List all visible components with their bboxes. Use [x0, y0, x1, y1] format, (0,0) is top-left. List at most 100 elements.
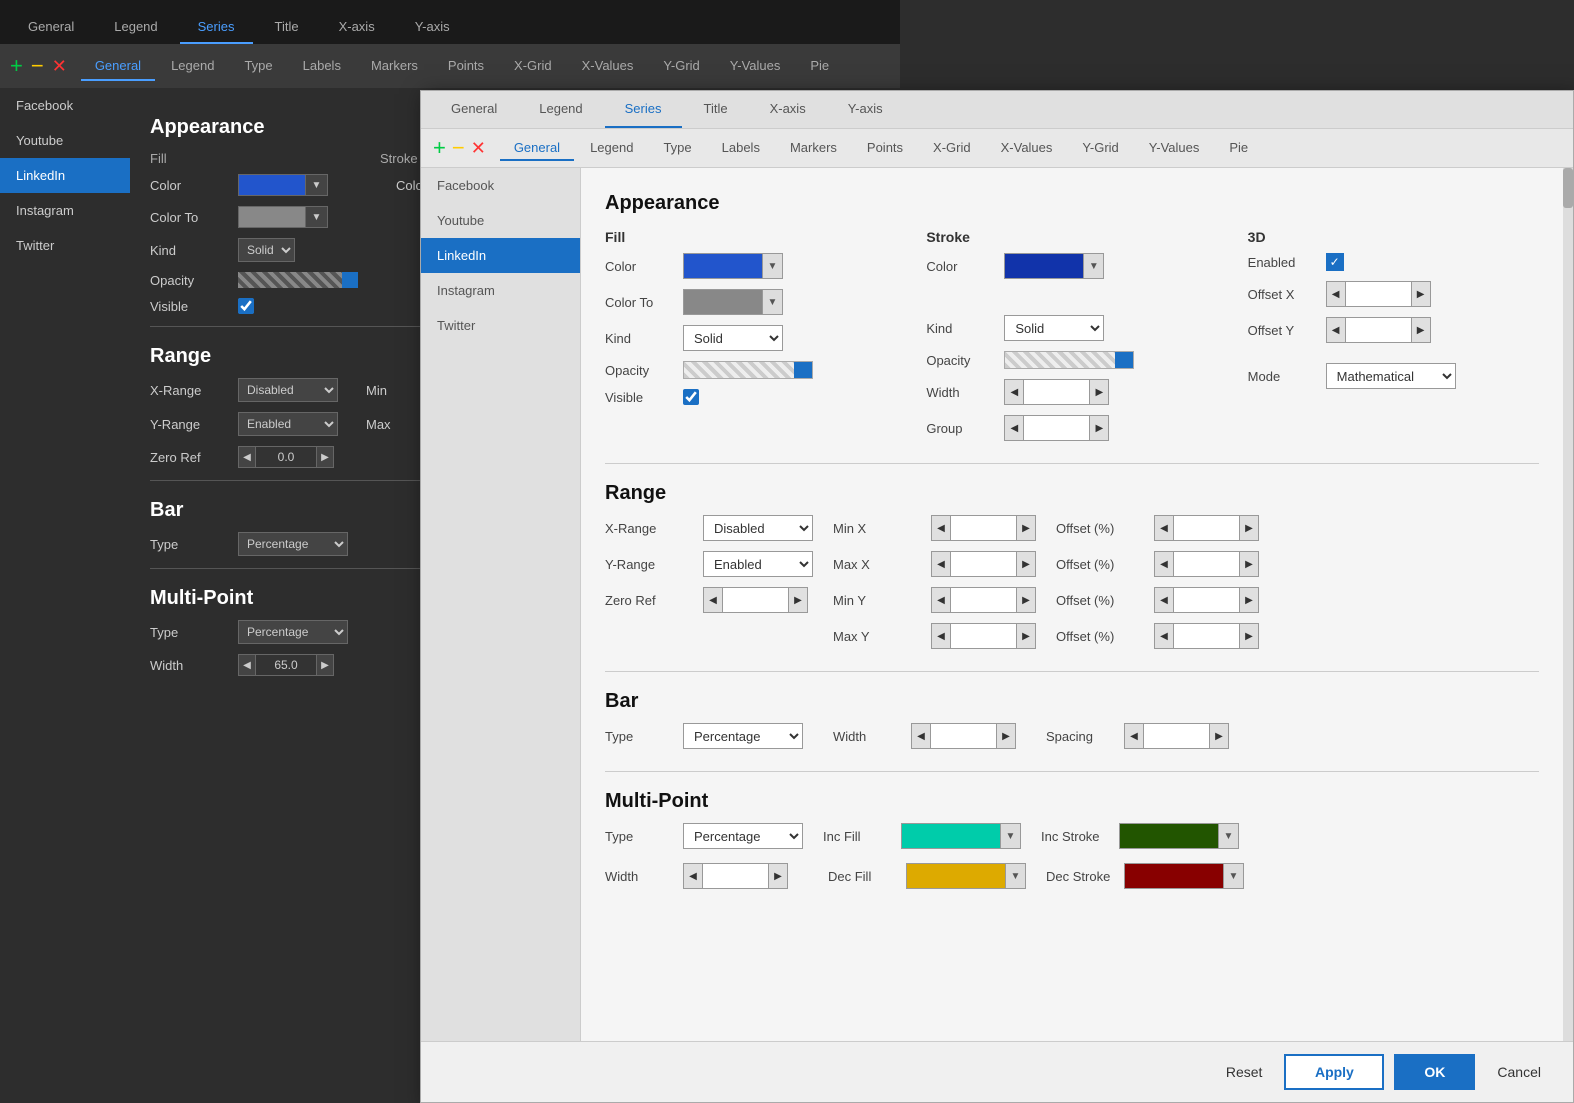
bg-subtab-labels[interactable]: Labels: [289, 52, 355, 81]
bg-sidebar-twitter[interactable]: Twitter: [0, 228, 130, 263]
mp-inc-fill-arrow[interactable]: ▼: [1000, 824, 1020, 848]
bg-sidebar-facebook[interactable]: Facebook: [0, 88, 130, 123]
fill-color-to-arrow[interactable]: ▼: [762, 290, 782, 314]
stroke-color-btn[interactable]: ▼: [1004, 253, 1104, 279]
modal-remove-icon[interactable]: −: [452, 135, 465, 161]
bg-zeroref-input[interactable]: [256, 446, 316, 468]
bg-mp-width-inc[interactable]: ▶: [316, 654, 334, 676]
modal-subtab-labels[interactable]: Labels: [708, 136, 774, 161]
d3-enabled-checkbox[interactable]: ✓: [1326, 253, 1344, 271]
d3-offset-x-input[interactable]: 15.0: [1346, 281, 1411, 307]
remove-series-icon[interactable]: −: [31, 53, 44, 79]
range-offset-2-dec[interactable]: ◀: [1154, 551, 1174, 577]
bar-width-input[interactable]: 65.0: [931, 723, 996, 749]
stroke-color-arrow[interactable]: ▼: [1083, 254, 1103, 278]
mp-inc-fill-btn[interactable]: ▼: [901, 823, 1021, 849]
bar-spacing-input[interactable]: 20.0: [1144, 723, 1209, 749]
stroke-group-input[interactable]: 0: [1024, 415, 1089, 441]
bg-tab-general[interactable]: General: [10, 11, 92, 44]
range-miny-input[interactable]: 0.000: [951, 587, 1016, 613]
stroke-width-dec[interactable]: ◀: [1004, 379, 1024, 405]
range-maxy-dec[interactable]: ◀: [931, 623, 951, 649]
bg-fill-kind-select[interactable]: Solid: [238, 238, 295, 262]
stroke-opacity-slider[interactable]: [1004, 351, 1134, 369]
mp-inc-stroke-arrow[interactable]: ▼: [1218, 824, 1238, 848]
bar-spacing-dec[interactable]: ◀: [1124, 723, 1144, 749]
range-xrange-select[interactable]: Disabled: [703, 515, 813, 541]
bg-tab-legend[interactable]: Legend: [96, 11, 175, 44]
modal-sidebar-linkedin[interactable]: LinkedIn: [421, 238, 580, 273]
modal-sidebar-twitter[interactable]: Twitter: [421, 308, 580, 343]
fill-opacity-slider[interactable]: [683, 361, 813, 379]
fill-kind-select[interactable]: Solid: [683, 325, 783, 351]
bg-mp-width-input[interactable]: [256, 654, 316, 676]
range-offset-3-inc[interactable]: ▶: [1239, 587, 1259, 613]
fill-color-to-btn[interactable]: ▼: [683, 289, 783, 315]
d3-offset-y-inc[interactable]: ▶: [1411, 317, 1431, 343]
bg-subtab-ygrid[interactable]: Y-Grid: [649, 52, 713, 81]
modal-tab-general[interactable]: General: [431, 91, 517, 128]
bg-tab-title[interactable]: Title: [257, 11, 317, 44]
bg-sidebar-youtube[interactable]: Youtube: [0, 123, 130, 158]
reset-button[interactable]: Reset: [1214, 1058, 1275, 1086]
modal-subtab-points[interactable]: Points: [853, 136, 917, 161]
d3-offset-y-dec[interactable]: ◀: [1326, 317, 1346, 343]
bg-visible-checkbox[interactable]: [238, 298, 254, 314]
add-series-icon[interactable]: +: [10, 53, 23, 79]
range-minx-input[interactable]: 0.000: [951, 515, 1016, 541]
bg-subtab-general[interactable]: General: [81, 52, 155, 81]
modal-subtab-yvalues[interactable]: Y-Values: [1135, 136, 1214, 161]
d3-offset-x-inc[interactable]: ▶: [1411, 281, 1431, 307]
bg-subtab-xvalues[interactable]: X-Values: [568, 52, 648, 81]
bg-xrange-select[interactable]: Disabled: [238, 378, 338, 402]
range-miny-dec[interactable]: ◀: [931, 587, 951, 613]
range-offset-3-dec[interactable]: ◀: [1154, 587, 1174, 613]
fill-color-btn[interactable]: ▼: [683, 253, 783, 279]
range-offset-2-inc[interactable]: ▶: [1239, 551, 1259, 577]
range-yrange-select[interactable]: Enabled: [703, 551, 813, 577]
bg-bar-type-select[interactable]: Percentage: [238, 532, 348, 556]
stroke-kind-select[interactable]: Solid: [1004, 315, 1104, 341]
range-offset-3-input[interactable]: 0.000: [1174, 587, 1239, 613]
range-minx-dec[interactable]: ◀: [931, 515, 951, 541]
modal-delete-icon[interactable]: ✕: [471, 138, 486, 159]
mp-dec-fill-btn[interactable]: ▼: [906, 863, 1026, 889]
bg-fill-opacity-track[interactable]: [238, 272, 358, 288]
bg-subtab-type[interactable]: Type: [230, 52, 286, 81]
bar-spacing-inc[interactable]: ▶: [1209, 723, 1229, 749]
modal-sidebar-instagram[interactable]: Instagram: [421, 273, 580, 308]
range-zeroref-dec[interactable]: ◀: [703, 587, 723, 613]
range-offset-2-input[interactable]: 0.000: [1174, 551, 1239, 577]
bar-width-inc[interactable]: ▶: [996, 723, 1016, 749]
bg-mp-width-dec[interactable]: ◀: [238, 654, 256, 676]
bg-yrange-select[interactable]: Enabled: [238, 412, 338, 436]
modal-subtab-ygrid[interactable]: Y-Grid: [1068, 136, 1132, 161]
bg-tab-xaxis[interactable]: X-axis: [321, 11, 393, 44]
mp-dec-fill-arrow[interactable]: ▼: [1005, 864, 1025, 888]
bg-subtab-legend[interactable]: Legend: [157, 52, 228, 81]
mode-select[interactable]: Mathematical Natural Step: [1326, 363, 1456, 389]
mp-dec-stroke-btn[interactable]: ▼: [1124, 863, 1244, 889]
mp-width-input[interactable]: 65.0: [703, 863, 768, 889]
fill-visible-checkbox[interactable]: [683, 389, 699, 405]
modal-tab-yaxis[interactable]: Y-axis: [828, 91, 903, 128]
modal-subtab-legend[interactable]: Legend: [576, 136, 647, 161]
range-offset-1-input[interactable]: 0.000: [1174, 515, 1239, 541]
range-maxx-inc[interactable]: ▶: [1016, 551, 1036, 577]
range-minx-inc[interactable]: ▶: [1016, 515, 1036, 541]
range-zeroref-input[interactable]: 0.0: [723, 587, 788, 613]
mp-dec-stroke-arrow[interactable]: ▼: [1223, 864, 1243, 888]
mp-width-inc[interactable]: ▶: [768, 863, 788, 889]
modal-scrollbar-thumb[interactable]: [1563, 168, 1573, 208]
bg-mp-type-select[interactable]: Percentage: [238, 620, 348, 644]
modal-sidebar-youtube[interactable]: Youtube: [421, 203, 580, 238]
stroke-group-dec[interactable]: ◀: [1004, 415, 1024, 441]
modal-subtab-xvalues[interactable]: X-Values: [987, 136, 1067, 161]
bg-sidebar-linkedin[interactable]: LinkedIn: [0, 158, 130, 193]
stroke-width-inc[interactable]: ▶: [1089, 379, 1109, 405]
modal-add-icon[interactable]: +: [433, 135, 446, 161]
modal-tab-legend[interactable]: Legend: [519, 91, 602, 128]
range-maxy-input[interactable]: 10.000: [951, 623, 1016, 649]
bg-subtab-pie[interactable]: Pie: [796, 52, 843, 81]
mp-type-select[interactable]: Percentage: [683, 823, 803, 849]
